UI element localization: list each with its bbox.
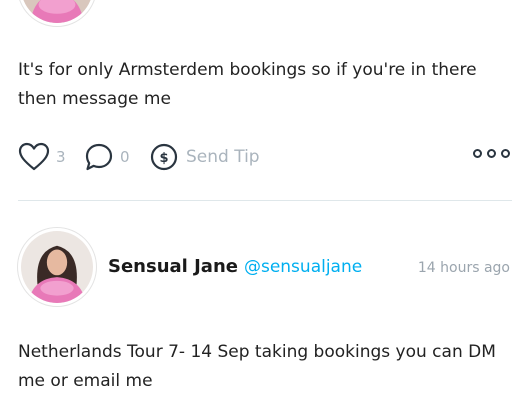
avatar-image (21, 231, 93, 303)
like-count: 3 (56, 148, 66, 166)
more-options-button[interactable] (473, 149, 510, 158)
post-divider (18, 200, 512, 201)
comment-button[interactable]: 0 (84, 140, 130, 174)
like-button[interactable]: 3 (18, 140, 66, 174)
more-dots-icon (473, 149, 482, 158)
dollar-circle-icon: $ (150, 143, 178, 171)
post-actions: 3 0 $ Send Tip (18, 140, 512, 174)
more-dots-icon (501, 149, 510, 158)
post-timestamp[interactable]: 14 hours ago (418, 260, 510, 276)
author-handle[interactable]: @sensualjane (244, 257, 362, 277)
author-avatar[interactable] (18, 228, 96, 306)
avatar[interactable] (18, 0, 96, 26)
comment-count: 0 (120, 148, 130, 166)
more-dots-icon (487, 149, 496, 158)
post-text: It's for only Armsterdem bookings so if … (18, 60, 477, 109)
svg-text:$: $ (159, 151, 168, 166)
comment-bubble-icon (85, 143, 113, 171)
post-author: Sensual Jane @sensualjane (108, 256, 362, 277)
heart-icon (18, 142, 50, 171)
send-tip-label: Send Tip (186, 147, 260, 167)
send-tip-button[interactable]: $ Send Tip (150, 140, 260, 174)
author-name[interactable]: Sensual Jane (108, 256, 238, 277)
post-text: Netherlands Tour 7- 14 Sep taking bookin… (18, 342, 496, 391)
avatar-image (21, 0, 93, 23)
